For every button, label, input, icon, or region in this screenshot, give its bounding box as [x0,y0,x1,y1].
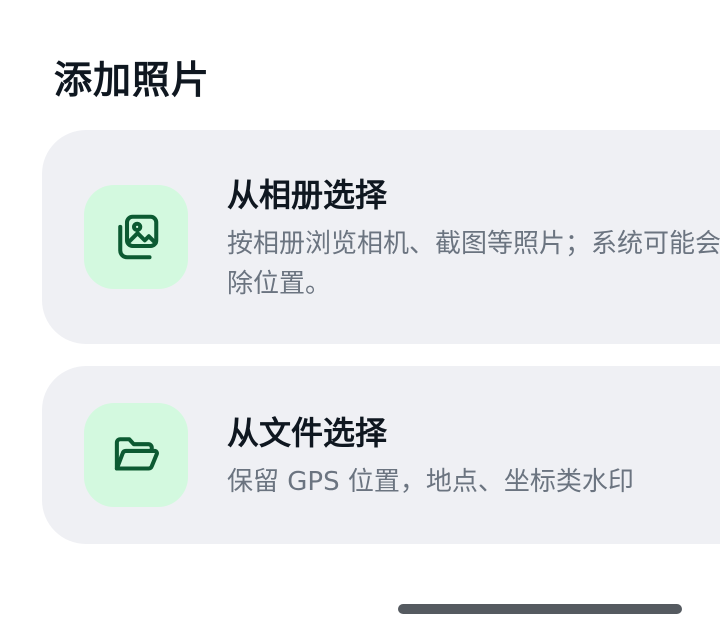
photo-source-sheet: 添加照片 从相册选择 按相册浏览相机、截图等照片；系统可能会移除位置。 从文件选… [0,0,720,640]
album-option-description: 按相册浏览相机、截图等照片；系统可能会移除位置。 [227,229,720,299]
gallery-icon-tile [84,185,188,289]
album-option-title: 从相册选择 [227,176,388,214]
choose-from-album-option[interactable]: 从相册选择 按相册浏览相机、截图等照片；系统可能会移除位置。 [42,130,720,344]
choose-from-files-option[interactable]: 从文件选择 保留 GPS 位置，地点、坐标类水印 [42,366,720,544]
sheet-title: 添加照片 [54,58,211,102]
folder-icon-tile [84,403,188,507]
gallery-icon [118,214,159,260]
files-option-title: 从文件选择 [227,414,388,452]
folder-open-icon [114,437,159,471]
album-option-text: 从相册选择 按相册浏览相机、截图等照片；系统可能会移除位置。 [227,174,720,304]
home-indicator[interactable] [398,604,682,614]
files-option-description: 保留 GPS 位置，地点、坐标类水印 [227,467,634,497]
files-option-text: 从文件选择 保留 GPS 位置，地点、坐标类水印 [227,412,720,502]
